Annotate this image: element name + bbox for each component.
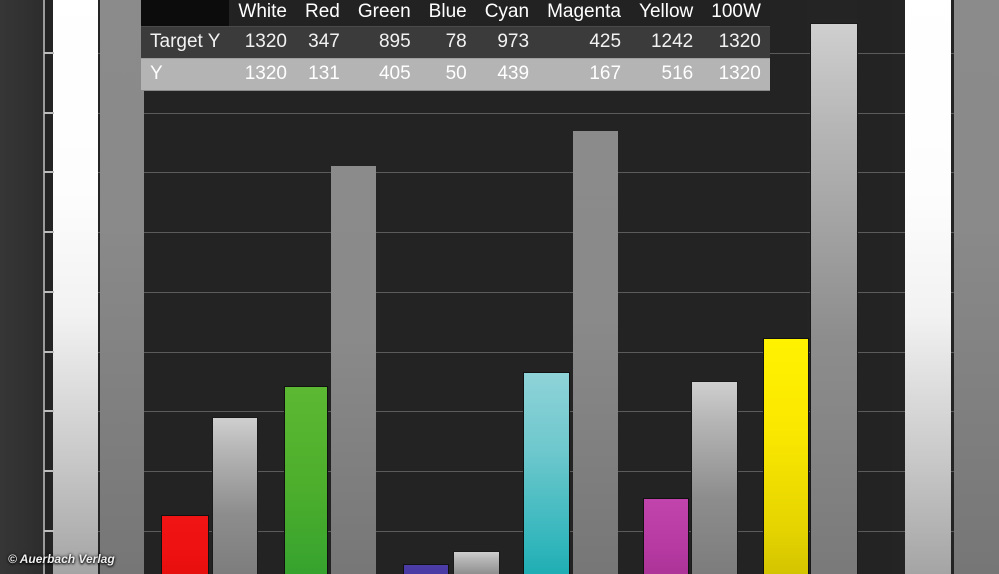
cell-y-100w: 1320 — [702, 58, 770, 91]
cell-y-yellow: 516 — [630, 58, 703, 91]
bar-blue-measured — [403, 564, 449, 574]
cell-y-red: 131 — [296, 58, 349, 91]
cell-y-magenta: 167 — [538, 58, 631, 91]
bar-100w-target — [905, 0, 951, 574]
table-header-magenta: Magenta — [538, 0, 631, 27]
cell-target-red: 347 — [296, 26, 349, 59]
bar-green-measured — [284, 386, 328, 574]
y-tick-mark-0-3 — [44, 410, 54, 412]
cell-target-100w: 1320 — [702, 26, 770, 59]
bar-cyan-measured — [523, 372, 570, 574]
bar-yellow-target — [810, 23, 858, 574]
cell-y-green: 405 — [348, 58, 420, 91]
y-tick-mark-0-9 — [44, 291, 54, 293]
cell-y-cyan: 439 — [475, 58, 539, 91]
cell-target-magenta: 425 — [538, 26, 631, 59]
cell-target-yellow: 1242 — [630, 26, 703, 59]
y-axis — [0, 0, 44, 574]
table-row-label-y: Y — [141, 58, 230, 91]
table-corner-cell — [141, 0, 230, 27]
chart-root: 0,9 0,8 0,7 0,6 0,5 0,4 0,3 0,2 0,1 Whit… — [0, 0, 999, 574]
panel-right — [857, 0, 892, 574]
data-table: White Red Green Blue Cyan Magenta Yellow… — [141, 0, 770, 91]
bar-magenta-target — [691, 381, 738, 574]
table-header-red: Red — [296, 0, 349, 27]
bar-blue-target — [453, 551, 500, 574]
bar-100w-measured — [954, 0, 999, 574]
bar-white-target — [53, 0, 98, 574]
y-tick-mark-0-8 — [44, 231, 54, 233]
panel-left — [45, 0, 49, 574]
y-tick-mark-0-6 — [44, 112, 54, 114]
table-header-100w: 100W — [702, 0, 770, 27]
cell-target-green: 895 — [348, 26, 420, 59]
table-header-cyan: Cyan — [475, 0, 539, 27]
cell-target-white: 1320 — [229, 26, 296, 59]
table-header-yellow: Yellow — [630, 0, 703, 27]
cell-y-white: 1320 — [229, 58, 296, 91]
y-tick-mark-0-2 — [44, 470, 54, 472]
bar-magenta-measured — [643, 498, 689, 574]
y-axis-line — [43, 0, 45, 574]
y-tick-mark-0-5 — [44, 52, 54, 54]
bar-red-measured — [161, 515, 209, 574]
bar-white-measured — [100, 0, 144, 574]
table-header-white: White — [229, 0, 296, 27]
bar-yellow-measured — [763, 338, 809, 574]
cell-target-cyan: 973 — [475, 26, 539, 59]
cell-target-blue: 78 — [419, 26, 476, 59]
table-header-row: White Red Green Blue Cyan Magenta Yellow… — [141, 0, 770, 27]
table-header-blue: Blue — [419, 0, 476, 27]
bar-red-target — [212, 417, 258, 574]
table-row-label-target-y: Target Y — [141, 26, 230, 59]
bar-green-target — [331, 166, 376, 574]
y-tick-mark-0-7 — [44, 171, 54, 173]
cell-y-blue: 50 — [419, 58, 476, 91]
table-row: Y 1320 131 405 50 439 167 516 1320 — [141, 58, 770, 91]
y-tick-mark-0-1 — [44, 530, 54, 532]
copyright-notice: © Auerbach Verlag — [8, 552, 115, 566]
y-tick-mark-0-4 — [44, 351, 54, 353]
table-row: Target Y 1320 347 895 78 973 425 1242 13… — [141, 26, 770, 59]
bar-cyan-target — [573, 131, 618, 574]
table-header-green: Green — [348, 0, 420, 27]
